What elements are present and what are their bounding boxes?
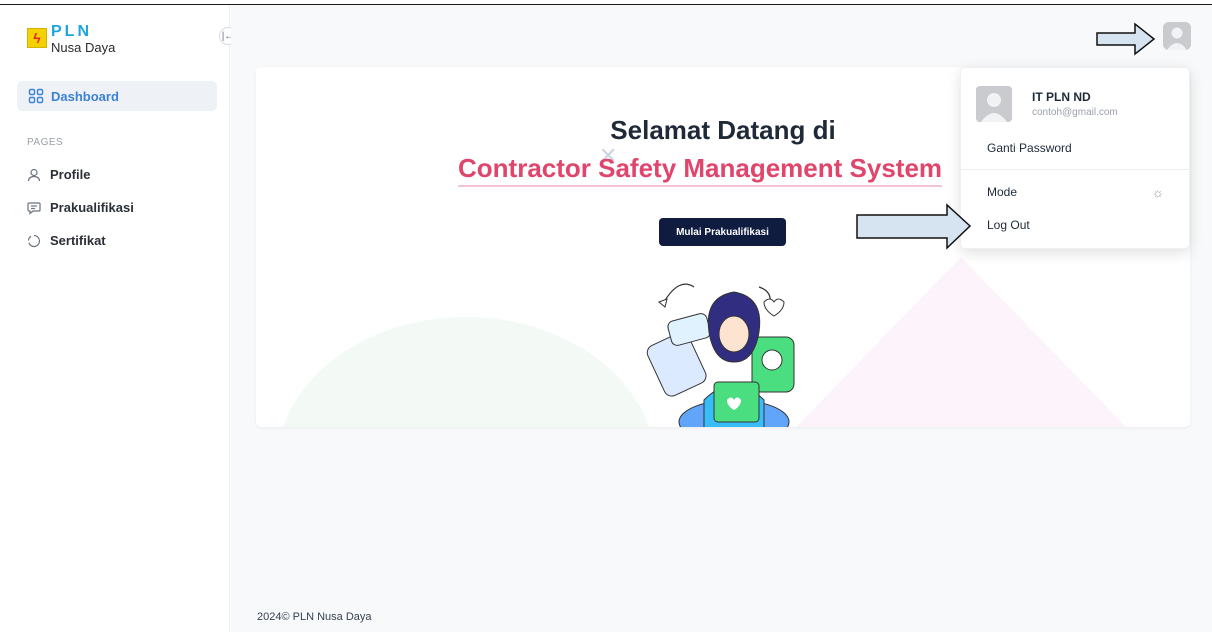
- pln-logo-icon: ϟ: [27, 28, 47, 48]
- user-icon: [27, 168, 41, 181]
- sidebar-item-label: Profile: [50, 167, 91, 182]
- user-email: contoh@gmail.com: [1032, 107, 1118, 118]
- sidebar-item-label: Sertifikat: [50, 233, 106, 248]
- menu-divider: [961, 169, 1191, 170]
- sidebar-item-label: Dashboard: [51, 88, 119, 104]
- sidebar-item-dashboard[interactable]: Dashboard: [17, 81, 217, 111]
- annotation-arrow-logout-icon: [856, 203, 972, 250]
- decor-triangle: [796, 257, 1126, 427]
- sidebar-item-label: Prakualifikasi: [50, 200, 134, 215]
- avatar-icon: [976, 86, 1012, 122]
- user-dropdown-menu: IT PLN ND contoh@gmail.com Ganti Passwor…: [960, 67, 1191, 249]
- sun-icon[interactable]: ☼: [1152, 185, 1164, 200]
- certificate-icon: [27, 234, 41, 247]
- welcome-subtitle: Contractor Safety Management System: [458, 153, 943, 187]
- logo-subtitle: Nusa Daya: [51, 40, 116, 55]
- avatar-icon: [1163, 22, 1191, 50]
- start-prequalification-button[interactable]: Mulai Prakualifikasi: [659, 218, 786, 246]
- mode-item[interactable]: Mode: [987, 185, 1017, 199]
- sidebar-item-prakualifikasi[interactable]: Prakualifikasi: [27, 200, 134, 215]
- welcome-illustration: [646, 283, 795, 427]
- section-label: PAGES: [27, 137, 64, 148]
- user-avatar-button[interactable]: [1163, 22, 1191, 50]
- footer-text: 2024© PLN Nusa Daya: [257, 611, 372, 623]
- chat-icon: [27, 201, 41, 215]
- change-password-item[interactable]: Ganti Password: [987, 141, 1072, 155]
- user-name: IT PLN ND: [1032, 90, 1091, 104]
- logout-item[interactable]: Log Out: [987, 218, 1030, 232]
- grid-icon: [28, 88, 44, 104]
- avatar: [976, 86, 1012, 122]
- decor-circle: [276, 317, 656, 427]
- sidebar-item-profile[interactable]: Profile: [27, 167, 90, 182]
- annotation-arrow-avatar-icon: [1096, 22, 1156, 56]
- sidebar: ϟ PLN Nusa Daya Dashboard PAGES Profile …: [0, 5, 230, 632]
- logo-title: PLN: [51, 23, 92, 40]
- sidebar-item-sertifikat[interactable]: Sertifikat: [27, 233, 106, 248]
- logo[interactable]: ϟ PLN Nusa Daya: [27, 24, 115, 54]
